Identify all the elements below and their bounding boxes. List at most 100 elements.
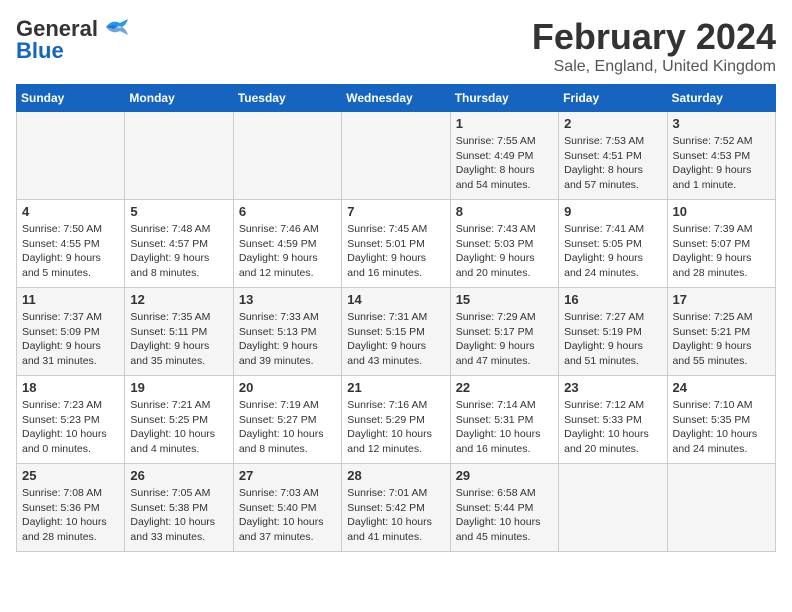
day-number: 16 xyxy=(564,292,661,307)
week-row-4: 18 Sunrise: 7:23 AM Sunset: 5:23 PM Dayli… xyxy=(17,376,776,464)
header-day-friday: Friday xyxy=(559,85,667,112)
week-row-1: 1 Sunrise: 7:55 AM Sunset: 4:49 PM Daylig… xyxy=(17,112,776,200)
day-info: Sunrise: 7:50 AM Sunset: 4:55 PM Dayligh… xyxy=(22,222,119,281)
day-info: Sunrise: 7:16 AM Sunset: 5:29 PM Dayligh… xyxy=(347,398,444,457)
calendar-cell: 12 Sunrise: 7:35 AM Sunset: 5:11 PM Dayli… xyxy=(125,288,233,376)
day-number: 20 xyxy=(239,380,336,395)
calendar-body: 1 Sunrise: 7:55 AM Sunset: 4:49 PM Daylig… xyxy=(17,112,776,552)
calendar-cell: 6Sunrise: 7:46 AM Sunset: 4:59 PM Daylig… xyxy=(233,200,341,288)
calendar-cell: 16 Sunrise: 7:27 AM Sunset: 5:19 PM Dayli… xyxy=(559,288,667,376)
day-info: Sunrise: 7:37 AM Sunset: 5:09 PM Dayligh… xyxy=(22,310,119,369)
day-info: Sunrise: 7:41 AM Sunset: 5:05 PM Dayligh… xyxy=(564,222,661,281)
calendar-cell: 20 Sunrise: 7:19 AM Sunset: 5:27 PM Dayli… xyxy=(233,376,341,464)
day-info: Sunrise: 7:19 AM Sunset: 5:27 PM Dayligh… xyxy=(239,398,336,457)
calendar-cell: 22Sunrise: 7:14 AM Sunset: 5:31 PM Dayli… xyxy=(450,376,558,464)
day-info: Sunrise: 7:25 AM Sunset: 5:21 PM Dayligh… xyxy=(673,310,770,369)
calendar-cell: 5 Sunrise: 7:48 AM Sunset: 4:57 PM Daylig… xyxy=(125,200,233,288)
day-number: 18 xyxy=(22,380,119,395)
day-info: Sunrise: 7:08 AM Sunset: 5:36 PM Dayligh… xyxy=(22,486,119,545)
calendar-cell: 21 Sunrise: 7:16 AM Sunset: 5:29 PM Dayli… xyxy=(342,376,450,464)
calendar-cell: 19 Sunrise: 7:21 AM Sunset: 5:25 PM Dayli… xyxy=(125,376,233,464)
day-info: Sunrise: 7:55 AM Sunset: 4:49 PM Dayligh… xyxy=(456,134,553,193)
day-info: Sunrise: 7:48 AM Sunset: 4:57 PM Dayligh… xyxy=(130,222,227,281)
day-number: 19 xyxy=(130,380,227,395)
day-number: 1 xyxy=(456,116,553,131)
header-day-saturday: Saturday xyxy=(667,85,775,112)
calendar-cell xyxy=(17,112,125,200)
calendar-cell xyxy=(667,464,775,552)
day-number: 2 xyxy=(564,116,661,131)
day-number: 5 xyxy=(130,204,227,219)
calendar-cell: 29 Sunrise: 6:58 AM Sunset: 5:44 PM Dayli… xyxy=(450,464,558,552)
calendar-cell xyxy=(233,112,341,200)
calendar-cell: 9Sunrise: 7:41 AM Sunset: 5:05 PM Daylig… xyxy=(559,200,667,288)
day-info: Sunrise: 7:29 AM Sunset: 5:17 PM Dayligh… xyxy=(456,310,553,369)
day-number: 25 xyxy=(22,468,119,483)
page-header: General Blue February 2024 Sale, England… xyxy=(16,16,776,76)
day-number: 23 xyxy=(564,380,661,395)
calendar-cell: 11 Sunrise: 7:37 AM Sunset: 5:09 PM Dayli… xyxy=(17,288,125,376)
day-info: Sunrise: 7:03 AM Sunset: 5:40 PM Dayligh… xyxy=(239,486,336,545)
day-info: Sunrise: 7:33 AM Sunset: 5:13 PM Dayligh… xyxy=(239,310,336,369)
day-info: Sunrise: 7:12 AM Sunset: 5:33 PM Dayligh… xyxy=(564,398,661,457)
calendar-cell: 14 Sunrise: 7:31 AM Sunset: 5:15 PM Dayli… xyxy=(342,288,450,376)
day-info: Sunrise: 7:14 AM Sunset: 5:31 PM Dayligh… xyxy=(456,398,553,457)
day-number: 29 xyxy=(456,468,553,483)
day-number: 14 xyxy=(347,292,444,307)
day-info: Sunrise: 7:10 AM Sunset: 5:35 PM Dayligh… xyxy=(673,398,770,457)
day-number: 13 xyxy=(239,292,336,307)
calendar-cell: 18 Sunrise: 7:23 AM Sunset: 5:23 PM Dayli… xyxy=(17,376,125,464)
header-day-tuesday: Tuesday xyxy=(233,85,341,112)
header-day-monday: Monday xyxy=(125,85,233,112)
day-number: 12 xyxy=(130,292,227,307)
day-number: 21 xyxy=(347,380,444,395)
day-number: 17 xyxy=(673,292,770,307)
calendar-cell xyxy=(342,112,450,200)
calendar-cell xyxy=(125,112,233,200)
day-number: 11 xyxy=(22,292,119,307)
day-number: 26 xyxy=(130,468,227,483)
day-info: Sunrise: 7:46 AM Sunset: 4:59 PM Dayligh… xyxy=(239,222,336,281)
calendar-cell: 17 Sunrise: 7:25 AM Sunset: 5:21 PM Dayli… xyxy=(667,288,775,376)
calendar-cell: 26Sunrise: 7:05 AM Sunset: 5:38 PM Dayli… xyxy=(125,464,233,552)
day-info: Sunrise: 7:01 AM Sunset: 5:42 PM Dayligh… xyxy=(347,486,444,545)
day-number: 28 xyxy=(347,468,444,483)
day-number: 7 xyxy=(347,204,444,219)
day-number: 10 xyxy=(673,204,770,219)
logo-bird-icon xyxy=(102,17,130,37)
calendar-cell: 1 Sunrise: 7:55 AM Sunset: 4:49 PM Daylig… xyxy=(450,112,558,200)
day-info: Sunrise: 6:58 AM Sunset: 5:44 PM Dayligh… xyxy=(456,486,553,545)
day-info: Sunrise: 7:21 AM Sunset: 5:25 PM Dayligh… xyxy=(130,398,227,457)
day-info: Sunrise: 7:53 AM Sunset: 4:51 PM Dayligh… xyxy=(564,134,661,193)
header-row: SundayMondayTuesdayWednesdayThursdayFrid… xyxy=(17,85,776,112)
day-info: Sunrise: 7:45 AM Sunset: 5:01 PM Dayligh… xyxy=(347,222,444,281)
day-number: 3 xyxy=(673,116,770,131)
week-row-5: 25 Sunrise: 7:08 AM Sunset: 5:36 PM Dayli… xyxy=(17,464,776,552)
logo-blue-text: Blue xyxy=(16,38,64,64)
day-number: 4 xyxy=(22,204,119,219)
calendar-cell: 15 Sunrise: 7:29 AM Sunset: 5:17 PM Dayli… xyxy=(450,288,558,376)
calendar-cell: 28 Sunrise: 7:01 AM Sunset: 5:42 PM Dayli… xyxy=(342,464,450,552)
calendar-cell xyxy=(559,464,667,552)
calendar-header: SundayMondayTuesdayWednesdayThursdayFrid… xyxy=(17,85,776,112)
calendar-subtitle: Sale, England, United Kingdom xyxy=(532,58,776,76)
day-info: Sunrise: 7:52 AM Sunset: 4:53 PM Dayligh… xyxy=(673,134,770,193)
day-info: Sunrise: 7:39 AM Sunset: 5:07 PM Dayligh… xyxy=(673,222,770,281)
calendar-title: February 2024 xyxy=(532,16,776,58)
calendar-cell: 13 Sunrise: 7:33 AM Sunset: 5:13 PM Dayli… xyxy=(233,288,341,376)
header-day-thursday: Thursday xyxy=(450,85,558,112)
day-number: 27 xyxy=(239,468,336,483)
day-number: 8 xyxy=(456,204,553,219)
day-info: Sunrise: 7:31 AM Sunset: 5:15 PM Dayligh… xyxy=(347,310,444,369)
day-info: Sunrise: 7:43 AM Sunset: 5:03 PM Dayligh… xyxy=(456,222,553,281)
calendar-table: SundayMondayTuesdayWednesdayThursdayFrid… xyxy=(16,84,776,552)
day-info: Sunrise: 7:23 AM Sunset: 5:23 PM Dayligh… xyxy=(22,398,119,457)
day-info: Sunrise: 7:27 AM Sunset: 5:19 PM Dayligh… xyxy=(564,310,661,369)
calendar-title-section: February 2024 Sale, England, United King… xyxy=(532,16,776,76)
calendar-cell: 7 Sunrise: 7:45 AM Sunset: 5:01 PM Daylig… xyxy=(342,200,450,288)
calendar-cell: 23 Sunrise: 7:12 AM Sunset: 5:33 PM Dayli… xyxy=(559,376,667,464)
day-number: 15 xyxy=(456,292,553,307)
week-row-2: 4 Sunrise: 7:50 AM Sunset: 4:55 PM Daylig… xyxy=(17,200,776,288)
calendar-cell: 24Sunrise: 7:10 AM Sunset: 5:35 PM Dayli… xyxy=(667,376,775,464)
day-info: Sunrise: 7:35 AM Sunset: 5:11 PM Dayligh… xyxy=(130,310,227,369)
